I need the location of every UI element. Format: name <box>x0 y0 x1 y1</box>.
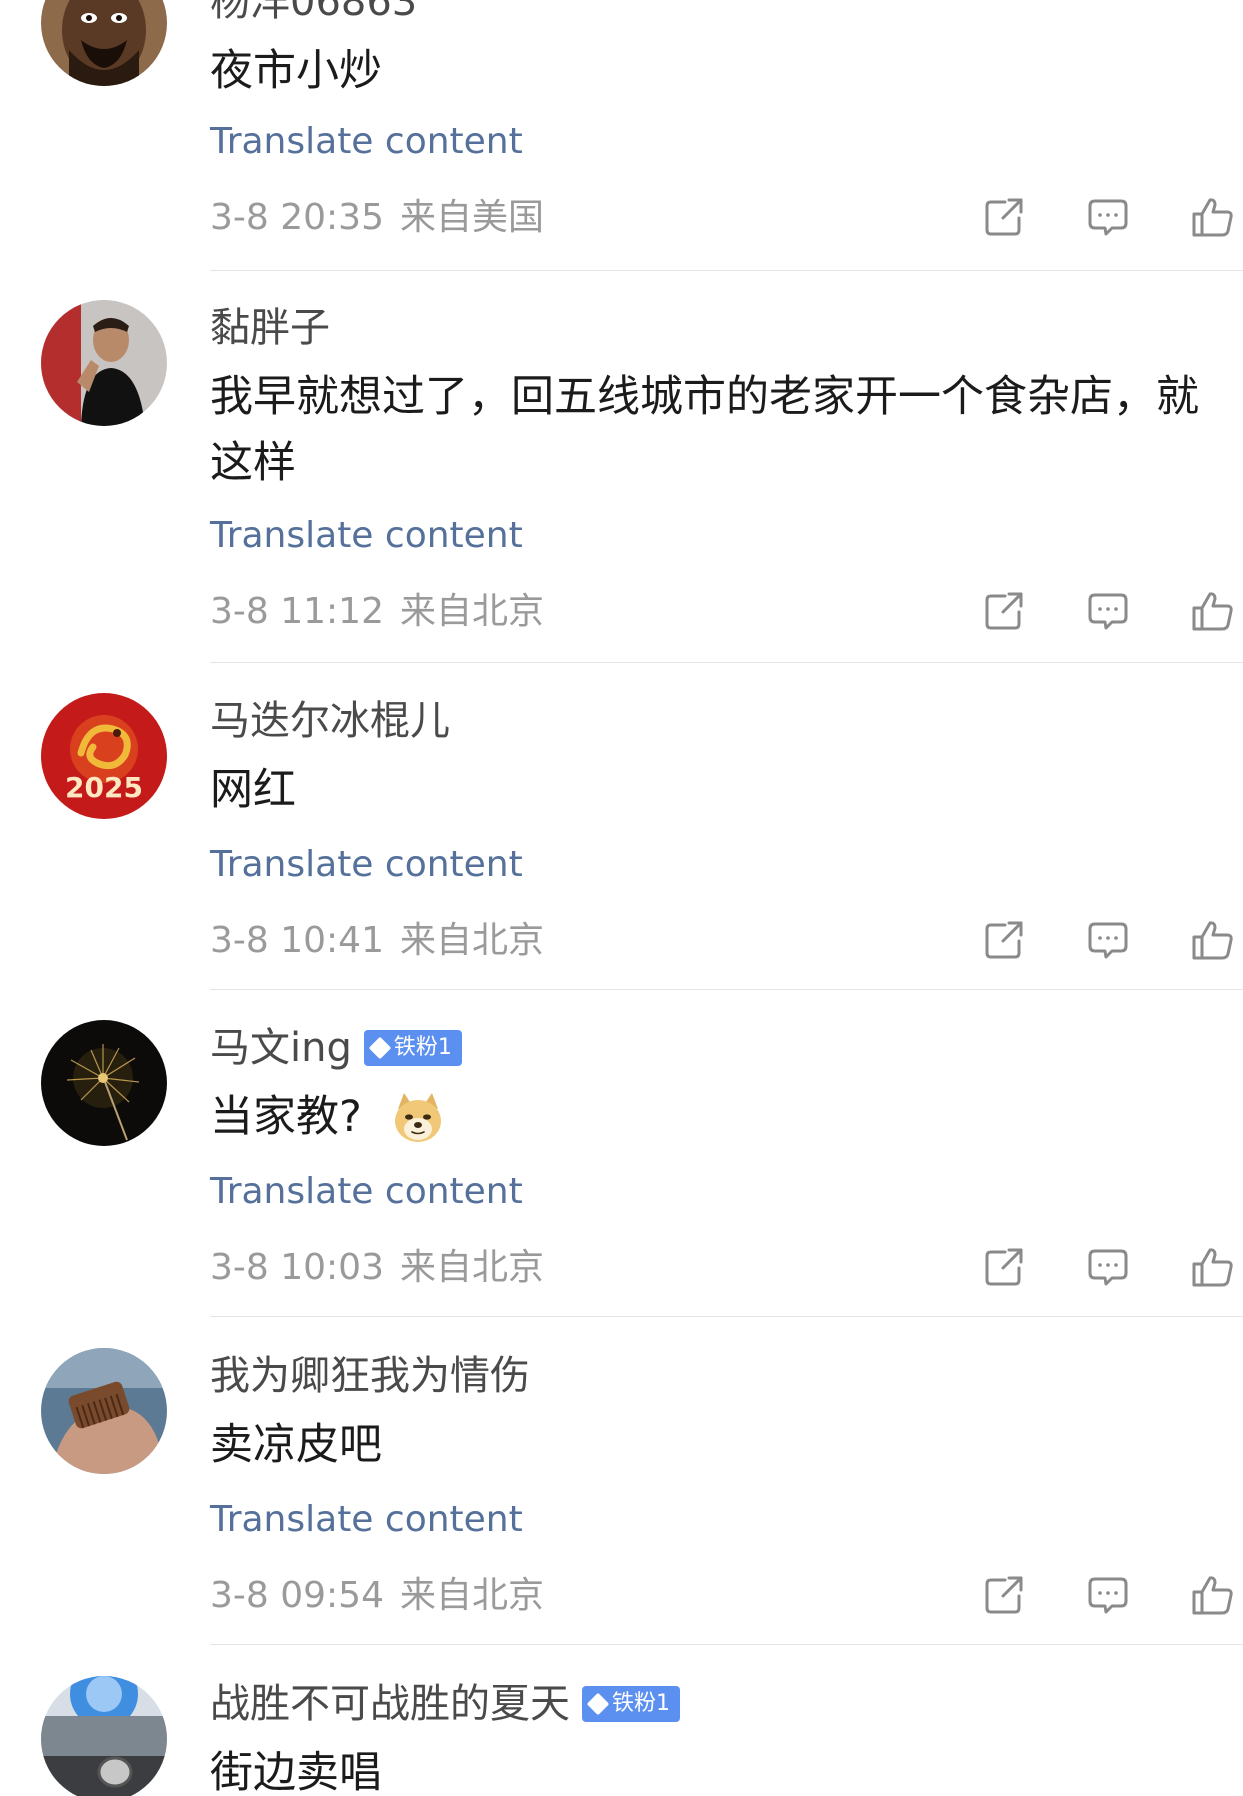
share-icon <box>985 198 1023 236</box>
comment-time: 3-8 10:03 <box>210 1247 384 1288</box>
comment-username[interactable]: 马文ing 铁粉1 <box>210 1028 462 1068</box>
comment-icon <box>1088 593 1128 630</box>
comment-text: 网红 <box>210 765 296 815</box>
reply-button[interactable] <box>1087 196 1129 238</box>
comment-location: 来自北京 <box>400 591 545 632</box>
comment-actions <box>983 1246 1243 1288</box>
diamond-icon <box>368 1036 392 1060</box>
share-icon <box>985 921 1023 959</box>
comment-location: 来自北京 <box>400 1575 545 1616</box>
comment-icon <box>1088 199 1128 236</box>
comment-meta: 3-8 09:54 来自北京 <box>210 1578 544 1614</box>
like-button[interactable] <box>1191 1246 1233 1288</box>
comment-text: 夜市小炒 <box>210 46 382 96</box>
avatar-year-text: 2025 <box>65 771 143 804</box>
comment-meta: 3-8 20:35 来自美国 <box>210 200 544 236</box>
comment-meta: 3-8 11:12 来自北京 <box>210 594 544 630</box>
share-icon <box>985 1576 1023 1614</box>
comment-time: 3-8 09:54 <box>210 1575 384 1616</box>
comment-username[interactable]: 马迭尔冰棍儿 <box>210 701 450 741</box>
like-button[interactable] <box>1191 196 1233 238</box>
comment-actions <box>983 919 1243 961</box>
comment-location: 来自北京 <box>400 920 545 961</box>
comment-icon <box>1088 922 1128 959</box>
comment-location: 来自北京 <box>400 1247 545 1288</box>
dandelion-avatar[interactable] <box>41 1020 167 1146</box>
comment-text: 卖凉皮吧 <box>210 1420 382 1470</box>
translate-link[interactable]: Translate content <box>210 124 523 160</box>
comment-username[interactable]: 战胜不可战胜的夏天 铁粉1 <box>210 1684 680 1724</box>
comment-meta: 3-8 10:41 来自北京 <box>210 923 544 959</box>
comment-text: 当家教? <box>210 1084 1240 1150</box>
like-icon <box>1192 592 1233 631</box>
share-button[interactable] <box>983 1574 1025 1616</box>
comment-time: 3-8 20:35 <box>210 197 384 238</box>
like-button[interactable] <box>1191 590 1233 632</box>
comment-actions <box>983 1574 1243 1616</box>
share-button[interactable] <box>983 919 1025 961</box>
comment-text: 我早就想过了，回五线城市的老家开一个食杂店，就这样 <box>210 372 1199 488</box>
comment-time: 3-8 10:41 <box>210 920 384 961</box>
divider <box>210 989 1243 990</box>
share-icon <box>985 592 1023 630</box>
like-icon <box>1192 1576 1233 1615</box>
like-icon <box>1192 921 1233 960</box>
cartoon-man-avatar[interactable] <box>41 0 167 86</box>
diamond-icon <box>586 1692 610 1716</box>
like-button[interactable] <box>1191 919 1233 961</box>
fan-badge: 铁粉1 <box>363 1030 462 1066</box>
doge-emoji <box>394 1093 441 1142</box>
comment-location: 来自美国 <box>400 197 545 238</box>
divider <box>210 1644 1243 1645</box>
footballer-avatar[interactable] <box>41 300 167 426</box>
share-button[interactable] <box>983 196 1025 238</box>
snake-2025-avatar[interactable]: 2025 <box>41 693 167 819</box>
translate-link[interactable]: Translate content <box>210 518 523 554</box>
comment-username[interactable]: 我为卿狂我为情伤 <box>210 1356 530 1396</box>
share-button[interactable] <box>983 590 1025 632</box>
divider <box>210 270 1243 271</box>
reply-button[interactable] <box>1087 1574 1129 1616</box>
divider <box>210 1316 1243 1317</box>
comment-icon <box>1088 1249 1128 1286</box>
comb-hand-avatar[interactable] <box>41 1348 167 1474</box>
reply-button[interactable] <box>1087 590 1129 632</box>
translate-link[interactable]: Translate content <box>210 847 523 883</box>
comment-actions <box>983 196 1243 238</box>
reply-button[interactable] <box>1087 919 1129 961</box>
like-button[interactable] <box>1191 1574 1233 1616</box>
fan-badge: 铁粉1 <box>582 1686 680 1722</box>
divider <box>210 662 1243 663</box>
comment-icon <box>1088 1577 1128 1614</box>
translate-link[interactable]: Translate content <box>210 1502 523 1538</box>
translate-link[interactable]: Translate content <box>210 1174 523 1210</box>
comment-feed: 杨洋06863 夜市小炒 Translate content 3-8 20:35… <box>0 0 1243 1796</box>
comment-username[interactable]: 黏胖子 <box>210 308 330 348</box>
like-icon <box>1192 198 1233 237</box>
comment-meta: 3-8 10:03 来自北京 <box>210 1250 544 1286</box>
comment-text: 街边卖唱 <box>210 1748 382 1796</box>
share-button[interactable] <box>983 1246 1025 1288</box>
comment-actions <box>983 590 1243 632</box>
watch-sea-avatar[interactable] <box>41 1676 167 1796</box>
like-icon <box>1192 1248 1233 1287</box>
share-icon <box>985 1248 1023 1286</box>
comment-time: 3-8 11:12 <box>210 591 384 632</box>
reply-button[interactable] <box>1087 1246 1129 1288</box>
comment-username[interactable]: 杨洋06863 <box>210 0 417 22</box>
